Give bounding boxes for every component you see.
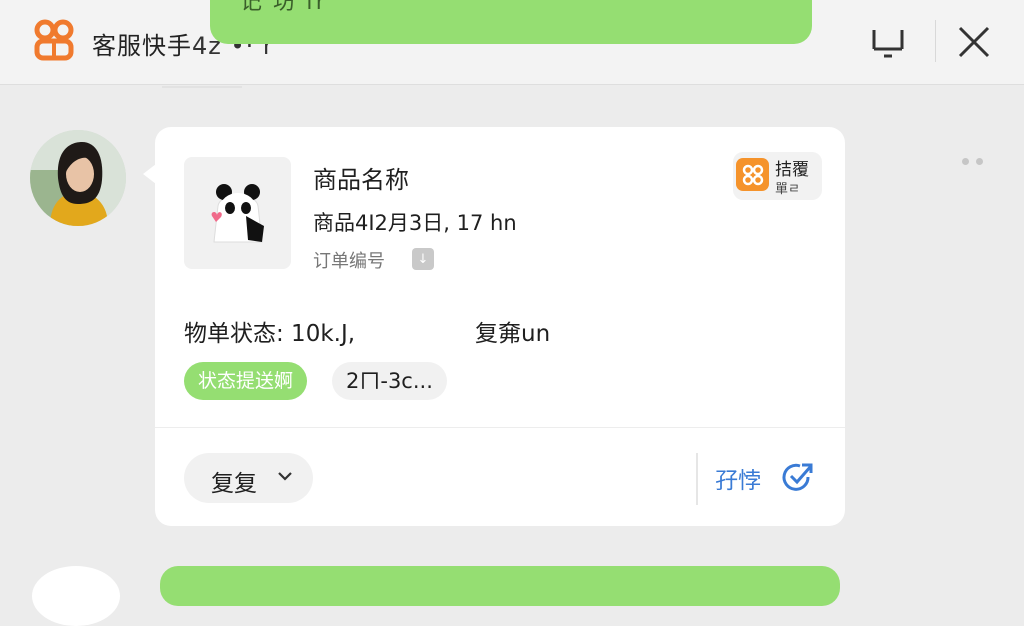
reply-dropdown-label: 复复 — [211, 471, 257, 497]
copy-icon[interactable]: ↓ — [412, 248, 434, 270]
panda-image — [211, 184, 264, 243]
kuaishou-mark-icon — [736, 158, 769, 191]
divider-line — [162, 86, 242, 88]
avatar-image — [30, 130, 126, 226]
card-divider — [155, 427, 845, 428]
product-name: 商品名称 — [313, 166, 409, 194]
action-link[interactable]: 孖悖 — [715, 461, 761, 495]
next-message-bubble — [160, 566, 840, 606]
product-meta: 商品4I2月3日, 17 hn — [313, 211, 517, 235]
brand-badge-line2: 單ㄹ — [775, 182, 800, 197]
minimize-icon — [872, 30, 904, 58]
previous-message-text: 记 坊 fr — [240, 0, 327, 15]
info-tag[interactable]: 2ㄇ-3c... — [332, 362, 447, 400]
brand-badge-line1: 拮覆 — [775, 160, 809, 180]
status-tag[interactable]: 状态提送婀 — [184, 362, 308, 400]
more-dots-icon[interactable] — [962, 158, 983, 165]
close-button[interactable] — [952, 20, 996, 64]
minimize-button[interactable] — [866, 20, 910, 64]
brand-badge: 拮覆 單ㄹ — [733, 152, 822, 200]
previous-message-bubble: 记 坊 fr — [210, 0, 812, 44]
order-number-label: 订单编号 — [313, 251, 385, 272]
app-title-text: 客服快手 — [92, 32, 192, 60]
reply-dropdown-button[interactable]: 复复 — [184, 453, 313, 503]
order-status: 物单状态: 10k.J, — [184, 321, 356, 347]
order-status-extra: 复㚕un — [475, 321, 551, 347]
kuaishou-logo-icon — [32, 18, 76, 62]
order-card[interactable]: 商品名称 商品4I2月3日, 17 hn 订单编号 ↓ 拮覆 單ㄹ 物单状态: … — [155, 127, 845, 526]
chevron-down-icon — [276, 467, 294, 489]
close-icon — [958, 26, 990, 58]
next-avatar — [32, 566, 120, 626]
header-divider — [935, 20, 936, 62]
share-check-icon[interactable] — [780, 459, 816, 495]
product-thumbnail[interactable] — [184, 157, 291, 269]
avatar[interactable] — [30, 130, 126, 226]
footer-divider — [696, 453, 698, 505]
